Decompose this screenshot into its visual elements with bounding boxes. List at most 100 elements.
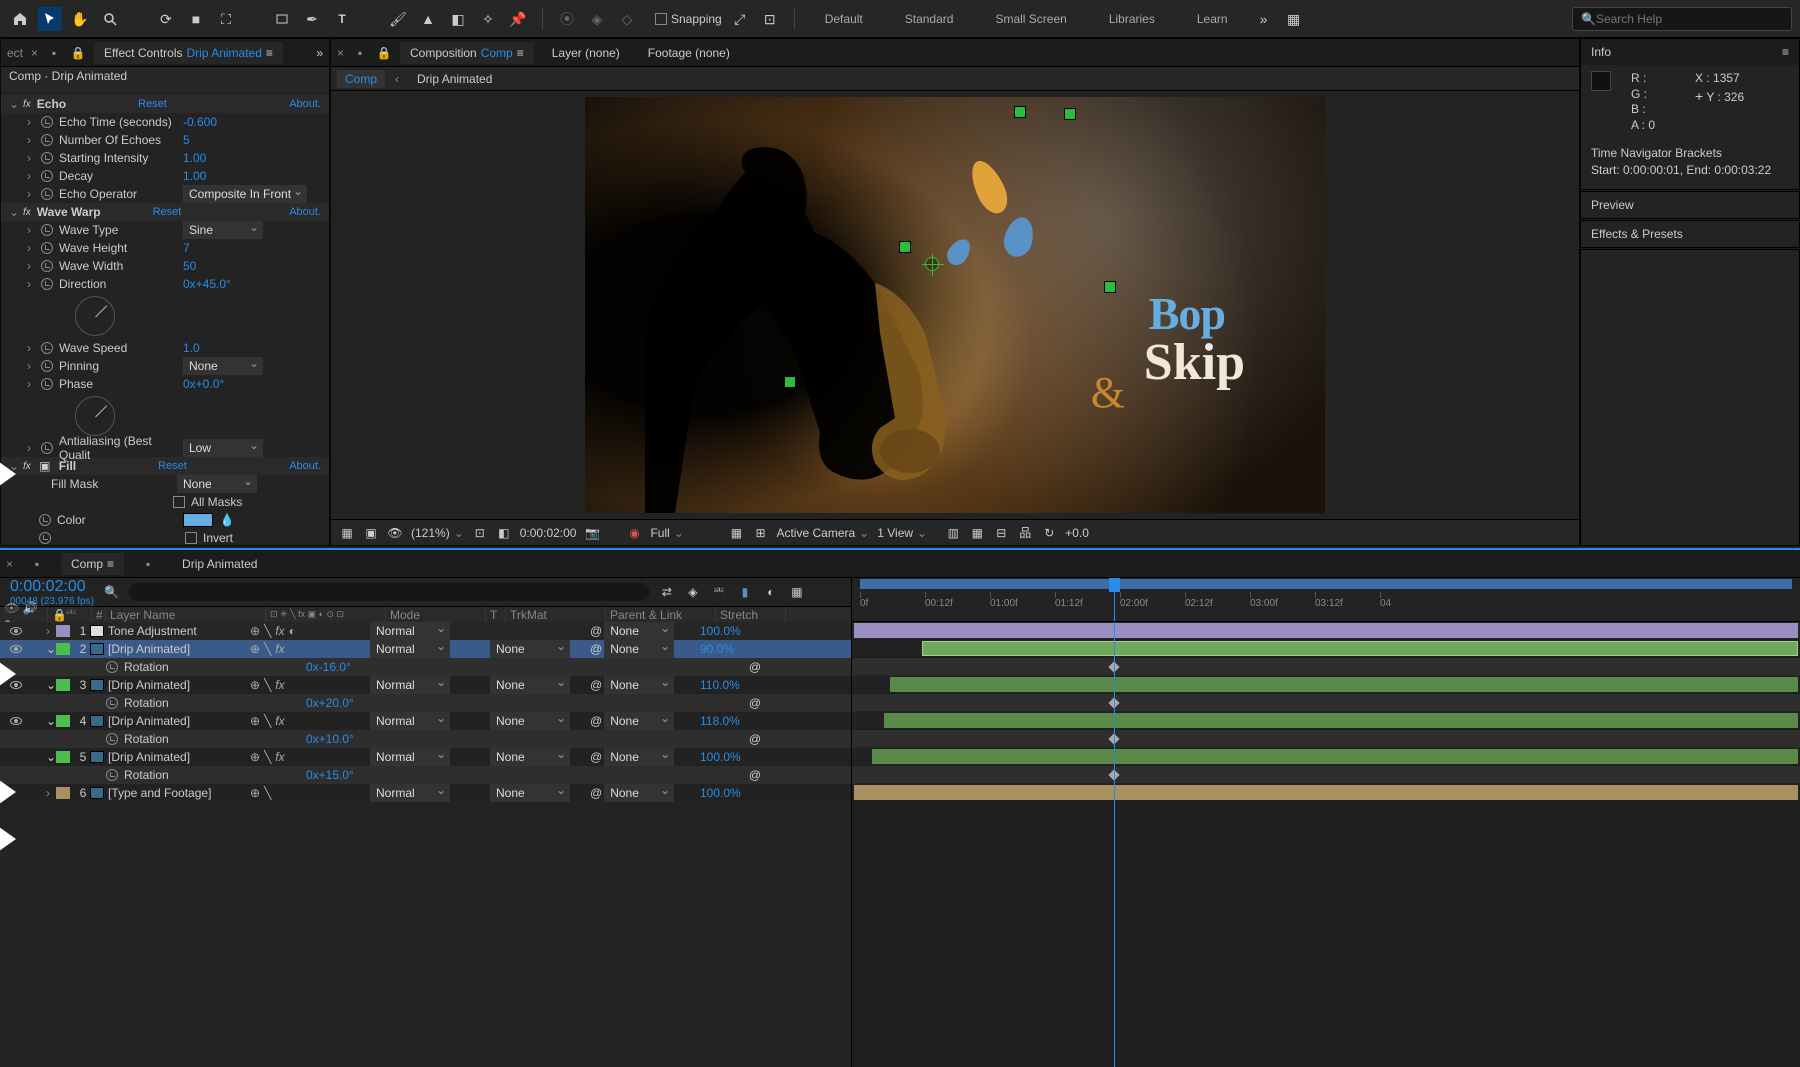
overflow-icon[interactable]: » [316, 46, 323, 60]
composition-viewer[interactable]: Bop Skip & [331, 91, 1579, 519]
blend-mode-dropdown[interactable]: Normal [370, 676, 450, 694]
property-track[interactable] [852, 730, 1800, 748]
layer-bar[interactable] [922, 641, 1798, 656]
time-ruler[interactable]: 0f00:12f01:00f01:12f02:00f02:12f03:00f03… [852, 578, 1800, 622]
property-row[interactable]: Rotation 0x+10.0° @ [0, 730, 851, 748]
anchor-point-icon[interactable] [925, 257, 939, 271]
track-row[interactable] [852, 712, 1800, 730]
stopwatch-icon[interactable] [106, 769, 118, 781]
channel-icon[interactable]: ◉ [626, 525, 642, 541]
workspace-small-screen[interactable]: Small Screen [977, 12, 1084, 26]
effect-fill[interactable]: ⌄fx ▣ Fill Reset About. [1, 457, 329, 475]
workspace-learn[interactable]: Learn [1179, 12, 1246, 26]
stopwatch-icon[interactable] [41, 242, 53, 254]
layer-row[interactable]: ⌄ 2 [Drip Animated] ⊕╲fx Normal None @No… [0, 640, 851, 658]
expression-pickwhip-icon[interactable]: @ [749, 768, 761, 782]
blend-mode-dropdown[interactable]: Normal [370, 712, 450, 730]
snap-edge-icon[interactable]: ⤢ [728, 7, 752, 31]
pixel-aspect-icon[interactable]: ▥ [945, 525, 961, 541]
track-row[interactable] [852, 622, 1800, 640]
home-icon[interactable] [8, 7, 32, 31]
effect-echo[interactable]: ⌄fx Echo Reset About. [1, 95, 329, 113]
property-row[interactable]: Rotation 0x+20.0° @ [0, 694, 851, 712]
prop-value[interactable]: 50 [183, 259, 196, 273]
tab-close-icon[interactable]: × [6, 557, 13, 571]
visibility-icon[interactable] [10, 717, 22, 725]
label-color-swatch[interactable] [56, 787, 70, 799]
pickwhip-icon[interactable]: @ [590, 750, 602, 764]
brush-tool-icon[interactable]: 🖌 [386, 7, 410, 31]
views-dropdown[interactable]: 1 View [877, 526, 937, 540]
panel-menu-icon[interactable]: ≡ [107, 557, 114, 571]
track-row[interactable] [852, 640, 1800, 658]
graph-editor-icon[interactable]: ▦ [789, 584, 805, 600]
about-link[interactable]: About. [289, 98, 321, 110]
reset-button[interactable]: Reset [138, 98, 167, 110]
zoom-tool-icon[interactable] [98, 7, 122, 31]
stopwatch-icon[interactable] [41, 134, 53, 146]
prop-value[interactable]: 0x+0.0° [183, 377, 224, 391]
lock-icon[interactable]: 🔒 [376, 45, 392, 61]
overflow-icon[interactable]: » [1252, 7, 1276, 31]
transparency-grid-icon[interactable]: ▣ [363, 525, 379, 541]
stretch-value[interactable]: 90.0% [700, 642, 734, 656]
parent-dropdown[interactable]: None [604, 676, 674, 694]
search-input[interactable] [1596, 12, 1783, 26]
parent-dropdown[interactable]: None [604, 748, 674, 766]
color-swatch[interactable] [183, 513, 213, 527]
property-track[interactable] [852, 658, 1800, 676]
prop-dropdown[interactable]: None [183, 357, 263, 375]
comp-subtab-drip[interactable]: Drip Animated [409, 70, 500, 88]
transform-handle[interactable] [1105, 282, 1115, 292]
frame-blend-icon[interactable]: ▮ [737, 584, 753, 600]
pickwhip-icon[interactable]: @ [590, 714, 602, 728]
visibility-icon[interactable] [10, 627, 22, 635]
cti-line[interactable] [1114, 622, 1115, 1067]
trkmat-dropdown[interactable]: None [490, 712, 570, 730]
transform-handle[interactable] [785, 377, 795, 387]
comp-canvas[interactable]: Bop Skip & [585, 97, 1325, 513]
blend-mode-dropdown[interactable]: Normal [370, 622, 450, 640]
parent-dropdown[interactable]: None [604, 640, 674, 658]
tab-composition[interactable]: Composition Comp ≡ [400, 42, 534, 64]
snap-grid-icon[interactable]: ⊡ [758, 7, 782, 31]
preview-panel[interactable]: Preview [1580, 191, 1800, 219]
property-row[interactable]: Rotation 0x+15.0° @ [0, 766, 851, 784]
workspace-default[interactable]: Default [807, 12, 881, 26]
work-area-bar[interactable] [860, 579, 1792, 589]
stopwatch-icon[interactable] [106, 733, 118, 745]
selection-tool-icon[interactable] [38, 7, 62, 31]
transform-handle[interactable] [900, 242, 910, 252]
invert-checkbox[interactable] [185, 532, 197, 544]
rotation-value[interactable]: 0x-16.0° [306, 660, 351, 674]
stopwatch-icon[interactable] [41, 442, 53, 454]
always-preview-icon[interactable]: ▦ [339, 525, 355, 541]
trkmat-dropdown[interactable]: None [490, 640, 570, 658]
workspace-standard[interactable]: Standard [887, 12, 972, 26]
puppet-tool-icon[interactable]: 📌 [506, 7, 530, 31]
prop-dropdown[interactable]: Sine [183, 221, 263, 239]
about-link[interactable]: About. [289, 206, 321, 218]
panel-menu-icon[interactable]: ≡ [517, 46, 524, 60]
prop-value[interactable]: -0.600 [183, 115, 217, 129]
effect-wave-warp[interactable]: ⌄fx Wave Warp Reset About. [1, 203, 329, 221]
direction-dial[interactable] [75, 396, 115, 436]
eyedropper-icon[interactable]: 💧 [219, 512, 235, 528]
pickwhip-icon[interactable]: @ [590, 624, 602, 638]
rotation-value[interactable]: 0x+20.0° [306, 696, 354, 710]
about-link[interactable]: About. [289, 460, 321, 472]
layer-row[interactable]: › 6 [Type and Footage] ⊕╲ Normal None @N… [0, 784, 851, 802]
tab-drip-timeline[interactable]: Drip Animated [172, 553, 267, 575]
trkmat-dropdown[interactable]: None [490, 784, 570, 802]
blend-mode-dropdown[interactable]: Normal [370, 784, 450, 802]
prop-value[interactable]: 1.00 [183, 169, 206, 183]
draft-3d-icon[interactable]: ◈ [685, 584, 701, 600]
current-time[interactable]: 0:00:02:00 [520, 526, 577, 540]
expression-pickwhip-icon[interactable]: @ [749, 696, 761, 710]
hand-tool-icon[interactable]: ✋ [68, 7, 92, 31]
property-row[interactable]: Rotation 0x-16.0° @ [0, 658, 851, 676]
label-color-swatch[interactable] [56, 679, 70, 691]
stopwatch-icon[interactable] [106, 661, 118, 673]
snapshot-icon[interactable]: 📷 [584, 525, 600, 541]
label-color-swatch[interactable] [56, 625, 70, 637]
